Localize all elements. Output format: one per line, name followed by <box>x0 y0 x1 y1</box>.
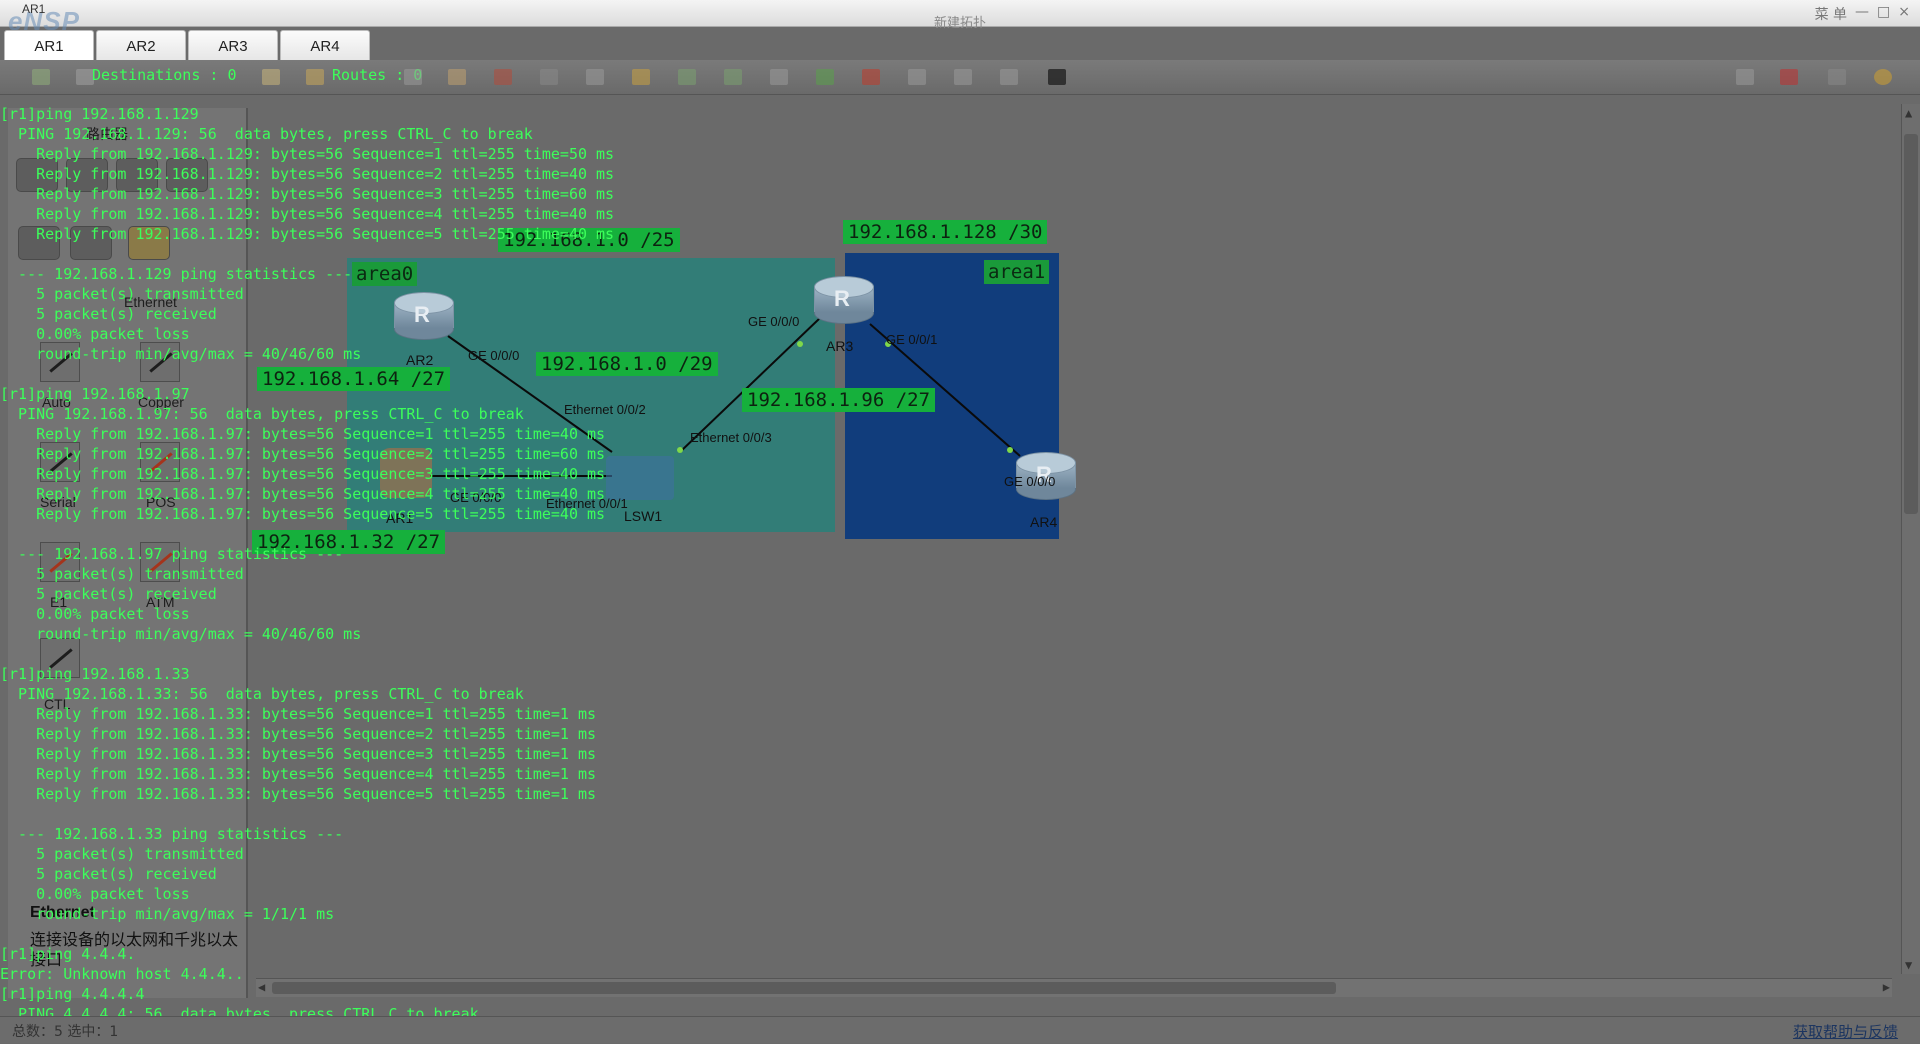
scroll-down-icon[interactable]: ▼ <box>1905 958 1912 972</box>
scroll-right-icon[interactable]: ▶ <box>1883 980 1890 994</box>
cli-line: round-trip min/avg/max = 40/46/60 ms <box>0 625 362 643</box>
cli-line: --- 192.168.1.33 ping statistics --- <box>0 825 344 843</box>
cli-line: [r1]ping 4.4.4. <box>0 945 136 963</box>
cli-line: 5 packet(s) received <box>0 865 217 883</box>
cli-line: [r1]ping 192.168.1.97 <box>0 385 190 403</box>
cli-line: round-trip min/avg/max = 40/46/60 ms <box>0 345 362 363</box>
cli-line: PING 192.168.1.33: 56 data bytes, press … <box>0 685 524 703</box>
cli-line: round-trip min/avg/max = 1/1/1 ms <box>0 905 335 923</box>
cli-line: Reply from 192.168.1.97: bytes=56 Sequen… <box>0 445 606 463</box>
cli-line: Reply from 192.168.1.97: bytes=56 Sequen… <box>0 485 606 503</box>
cli-line: 5 packet(s) received <box>0 305 217 323</box>
cli-line: 0.00% packet loss <box>0 605 190 623</box>
cli-line: Reply from 192.168.1.129: bytes=56 Seque… <box>0 225 615 243</box>
cli-line: 5 packet(s) transmitted <box>0 845 244 863</box>
scroll-up-icon[interactable]: ▲ <box>1905 106 1912 120</box>
help-feedback-link[interactable]: 获取帮助与反馈 <box>1793 1021 1898 1042</box>
cli-line: 5 packet(s) transmitted <box>0 285 244 303</box>
cli-line <box>0 364 1900 384</box>
cli-line <box>0 244 1900 264</box>
cli-line: [r1]ping 192.168.1.129 <box>0 105 199 123</box>
cli-line: PING 192.168.1.97: 56 data bytes, press … <box>0 405 524 423</box>
cli-line <box>0 804 1900 824</box>
cli-line: Reply from 192.168.1.129: bytes=56 Seque… <box>0 165 615 183</box>
cli-line: Reply from 192.168.1.97: bytes=56 Sequen… <box>0 505 606 523</box>
cli-line: PING 192.168.1.129: 56 data bytes, press… <box>0 125 533 143</box>
horizontal-scroll-thumb[interactable] <box>272 982 1336 994</box>
status-bar: 总数：5 选中：1 获取帮助与反馈 <box>0 1016 1920 1043</box>
cli-line: 5 packet(s) transmitted <box>0 565 244 583</box>
cli-line: 0.00% packet loss <box>0 885 190 903</box>
cli-line: Reply from 192.168.1.129: bytes=56 Seque… <box>0 145 615 163</box>
cli-line: Reply from 192.168.1.97: bytes=56 Sequen… <box>0 465 606 483</box>
cli-line: --- 192.168.1.97 ping statistics --- <box>0 545 344 563</box>
cli-line <box>0 924 1900 944</box>
cli-line: Reply from 192.168.1.97: bytes=56 Sequen… <box>0 425 606 443</box>
vertical-scrollbar[interactable]: ▲ ▼ <box>1901 104 1920 974</box>
vertical-scroll-thumb[interactable] <box>1904 134 1918 514</box>
selection-status: 总数：5 选中：1 <box>12 1024 119 1040</box>
cli-line <box>0 644 1900 664</box>
cli-line: Reply from 192.168.1.33: bytes=56 Sequen… <box>0 725 597 743</box>
scroll-left-icon[interactable]: ◀ <box>258 980 265 994</box>
cli-line: Reply from 192.168.1.33: bytes=56 Sequen… <box>0 745 597 763</box>
cli-line: Reply from 192.168.1.33: bytes=56 Sequen… <box>0 785 597 803</box>
horizontal-scrollbar[interactable]: ◀ ▶ <box>256 978 1892 997</box>
cli-line: --- 192.168.1.129 ping statistics --- <box>0 265 353 283</box>
cli-line <box>0 524 1900 544</box>
cli-line: [r1]ping 192.168.1.33 <box>0 665 190 683</box>
cli-line: 0.00% packet loss <box>0 325 190 343</box>
cli-line: Reply from 192.168.1.33: bytes=56 Sequen… <box>0 705 597 723</box>
cli-line: 5 packet(s) received <box>0 585 217 603</box>
cli-output[interactable]: [r1]ping 192.168.1.129 PING 192.168.1.12… <box>0 104 1900 1044</box>
cli-line: Reply from 192.168.1.33: bytes=56 Sequen… <box>0 765 597 783</box>
cli-line: Reply from 192.168.1.129: bytes=56 Seque… <box>0 205 615 223</box>
cli-line: Reply from 192.168.1.129: bytes=56 Seque… <box>0 185 615 203</box>
